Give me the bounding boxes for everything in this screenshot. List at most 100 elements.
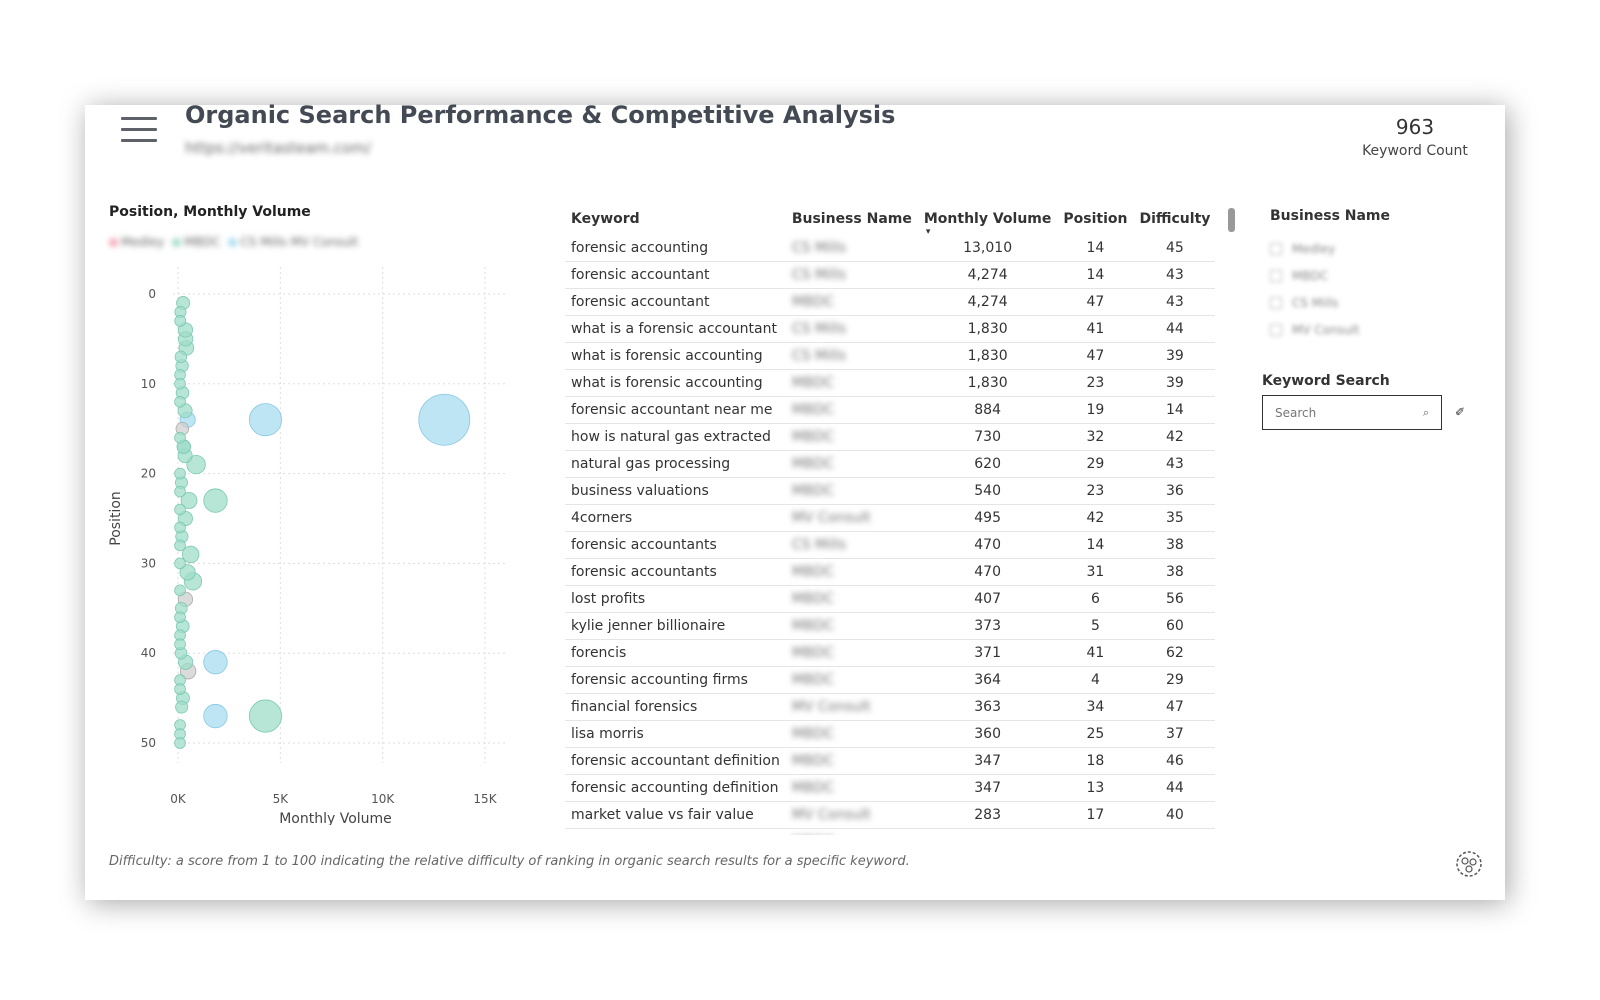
x-tick-label: 15K: [473, 792, 497, 806]
table-row[interactable]: how is natural gas extracted MBDC 730 32 42: [565, 423, 1215, 451]
table-row[interactable]: business valuations MBDC 540 23 36: [565, 477, 1215, 505]
business-name-cell: MBDC: [785, 369, 918, 397]
x-tick-label: 0K: [170, 792, 187, 806]
position-cell: 13: [1057, 774, 1134, 802]
position-volume-scatter[interactable]: 0K 5K 10K 15K 0 10 20 30 40 50 Monthly Volume Posit…: [105, 265, 525, 825]
table-row[interactable]: lisa morris MBDC 360 25 37: [565, 720, 1215, 748]
keyword-cell: forensic accountant: [565, 288, 786, 316]
monthly-volume-cell: 363: [917, 693, 1058, 721]
monthly-volume-cell: 282: [917, 828, 1058, 835]
legend-label: Medley: [121, 235, 165, 249]
column-header-label: Keyword: [571, 211, 640, 227]
data-point[interactable]: [174, 395, 186, 408]
checkbox[interactable]: [1270, 323, 1282, 336]
slicer-item[interactable]: Medley: [1270, 235, 1360, 262]
table-row[interactable]: lost profits MBDC 407 6 56: [565, 585, 1215, 613]
keyword-cell: forensic accountants: [565, 558, 786, 586]
difficulty-cell: 39: [1133, 369, 1215, 397]
business-name-cell: MBDC: [785, 585, 918, 613]
table-row[interactable]: what is forensic accounting CS Mills 1,830…: [565, 342, 1215, 370]
menu-icon[interactable]: [121, 117, 157, 147]
keyword-search-input[interactable]: [1273, 404, 1417, 421]
data-point[interactable]: [174, 377, 186, 390]
brain-logo-icon: [1456, 851, 1482, 877]
table-row[interactable]: forensic accounting definition MBDC 347 13 4…: [565, 774, 1215, 802]
table-row[interactable]: forensic accounting firms MBDC 364 4 29: [565, 666, 1215, 694]
monthly-volume-cell: 4,274: [917, 261, 1058, 289]
data-point[interactable]: [174, 350, 188, 364]
slicer-item[interactable]: MBDC: [1270, 262, 1360, 289]
table-row[interactable]: forensic accountants CS Mills 470 14 38: [565, 531, 1215, 559]
checkbox[interactable]: [1270, 296, 1282, 309]
data-point[interactable]: [174, 431, 186, 444]
table-row[interactable]: natural gas processing MBDC 620 29 43: [565, 450, 1215, 478]
data-point[interactable]: [174, 638, 186, 651]
data-point[interactable]: [174, 611, 186, 624]
keyword-cell: market value vs fair value: [565, 801, 786, 829]
slicer-item[interactable]: CS Mills: [1270, 289, 1360, 316]
search-icon[interactable]: ⌕: [1423, 406, 1429, 420]
position-cell: 29: [1057, 450, 1134, 478]
table-row[interactable]: market value vs fair value MV Consult 283 1…: [565, 801, 1215, 829]
difficulty-footnote: Difficulty: a score from 1 to 100 indica…: [109, 854, 910, 869]
business-name-cell: MBDC: [785, 477, 918, 505]
data-point[interactable]: [174, 503, 186, 516]
data-point[interactable]: [203, 488, 228, 513]
table-row[interactable]: coinsurance calculatorMBDC2821726: [565, 828, 1215, 835]
table-row[interactable]: what is forensic accounting MBDC 1,830 23 39: [565, 369, 1215, 397]
keyword-cell: forensic accountant definition: [565, 747, 786, 775]
slicer-item[interactable]: MV Consult: [1270, 316, 1360, 343]
column-header-monthly-volume[interactable]: Monthly Volume ▾: [918, 203, 1058, 237]
table-row[interactable]: financial forensics MV Consult 363 34 47: [565, 693, 1215, 721]
table-row[interactable]: what is a forensic accountant CS Mills 1,8…: [565, 315, 1215, 343]
monthly-volume-cell: 620: [917, 450, 1058, 478]
data-point[interactable]: [174, 584, 186, 597]
column-header-business-name[interactable]: Business Name: [786, 203, 918, 235]
monthly-volume-cell: 1,830: [917, 342, 1058, 370]
monthly-volume-cell: 495: [917, 504, 1058, 532]
data-point[interactable]: [174, 539, 186, 552]
clear-search-icon[interactable]: ✐: [1455, 405, 1465, 419]
table-scrollbar[interactable]: [1228, 208, 1235, 232]
table-row[interactable]: forensic accountant near me MBDC 884 19 14: [565, 396, 1215, 424]
data-point[interactable]: [174, 521, 186, 534]
data-point[interactable]: [174, 315, 187, 327]
position-cell: 31: [1057, 558, 1134, 586]
difficulty-cell: 38: [1133, 558, 1215, 586]
table-row[interactable]: forensic accountant CS Mills 4,274 14 43: [565, 261, 1215, 289]
table-row[interactable]: forensic accountant definition MBDC 347 18 4…: [565, 747, 1215, 775]
table-row[interactable]: forensic accounting CS Mills 13,010 14 45: [565, 235, 1215, 262]
column-header-difficulty[interactable]: Difficulty: [1133, 203, 1215, 235]
column-header-label: Difficulty: [1139, 211, 1211, 227]
column-header-keyword[interactable]: Keyword: [565, 203, 786, 235]
data-point[interactable]: [418, 393, 471, 446]
data-point[interactable]: [248, 699, 282, 733]
legend-item[interactable]: MBDC: [172, 235, 220, 249]
table-row[interactable]: forensic accountants MBDC 470 31 38: [565, 558, 1215, 586]
data-point[interactable]: [203, 703, 228, 729]
y-tick-label: 0: [148, 287, 156, 301]
table-row[interactable]: kylie jenner billionaire MBDC 373 5 60: [565, 612, 1215, 640]
data-point[interactable]: [174, 737, 186, 749]
data-point[interactable]: [174, 485, 186, 498]
column-header-label: Monthly Volume: [923, 211, 1052, 227]
data-point[interactable]: [248, 403, 282, 437]
data-point[interactable]: [175, 700, 189, 714]
table-row[interactable]: forencis MBDC 371 41 62: [565, 639, 1215, 667]
checkbox[interactable]: [1270, 269, 1282, 282]
table-row[interactable]: 4corners MV Consult 495 42 35: [565, 504, 1215, 532]
business-name-cell: MBDC: [785, 747, 918, 775]
column-header-position[interactable]: Position: [1057, 203, 1133, 235]
chart-legend: Medley MBDC CS Mills MV Consult: [109, 235, 366, 249]
data-point[interactable]: [174, 557, 186, 570]
legend-item[interactable]: CS Mills MV Consult: [228, 235, 358, 249]
data-point[interactable]: [174, 467, 186, 480]
business-name-cell: MBDC: [785, 720, 918, 748]
x-tick-label: 5K: [273, 792, 290, 806]
data-point[interactable]: [203, 650, 228, 675]
table-row[interactable]: forensic accountant MBDC 4,274 47 43: [565, 288, 1215, 316]
data-point[interactable]: [174, 683, 186, 695]
legend-item[interactable]: Medley: [109, 235, 164, 249]
y-tick-label: 40: [141, 646, 156, 660]
checkbox[interactable]: [1270, 242, 1282, 255]
